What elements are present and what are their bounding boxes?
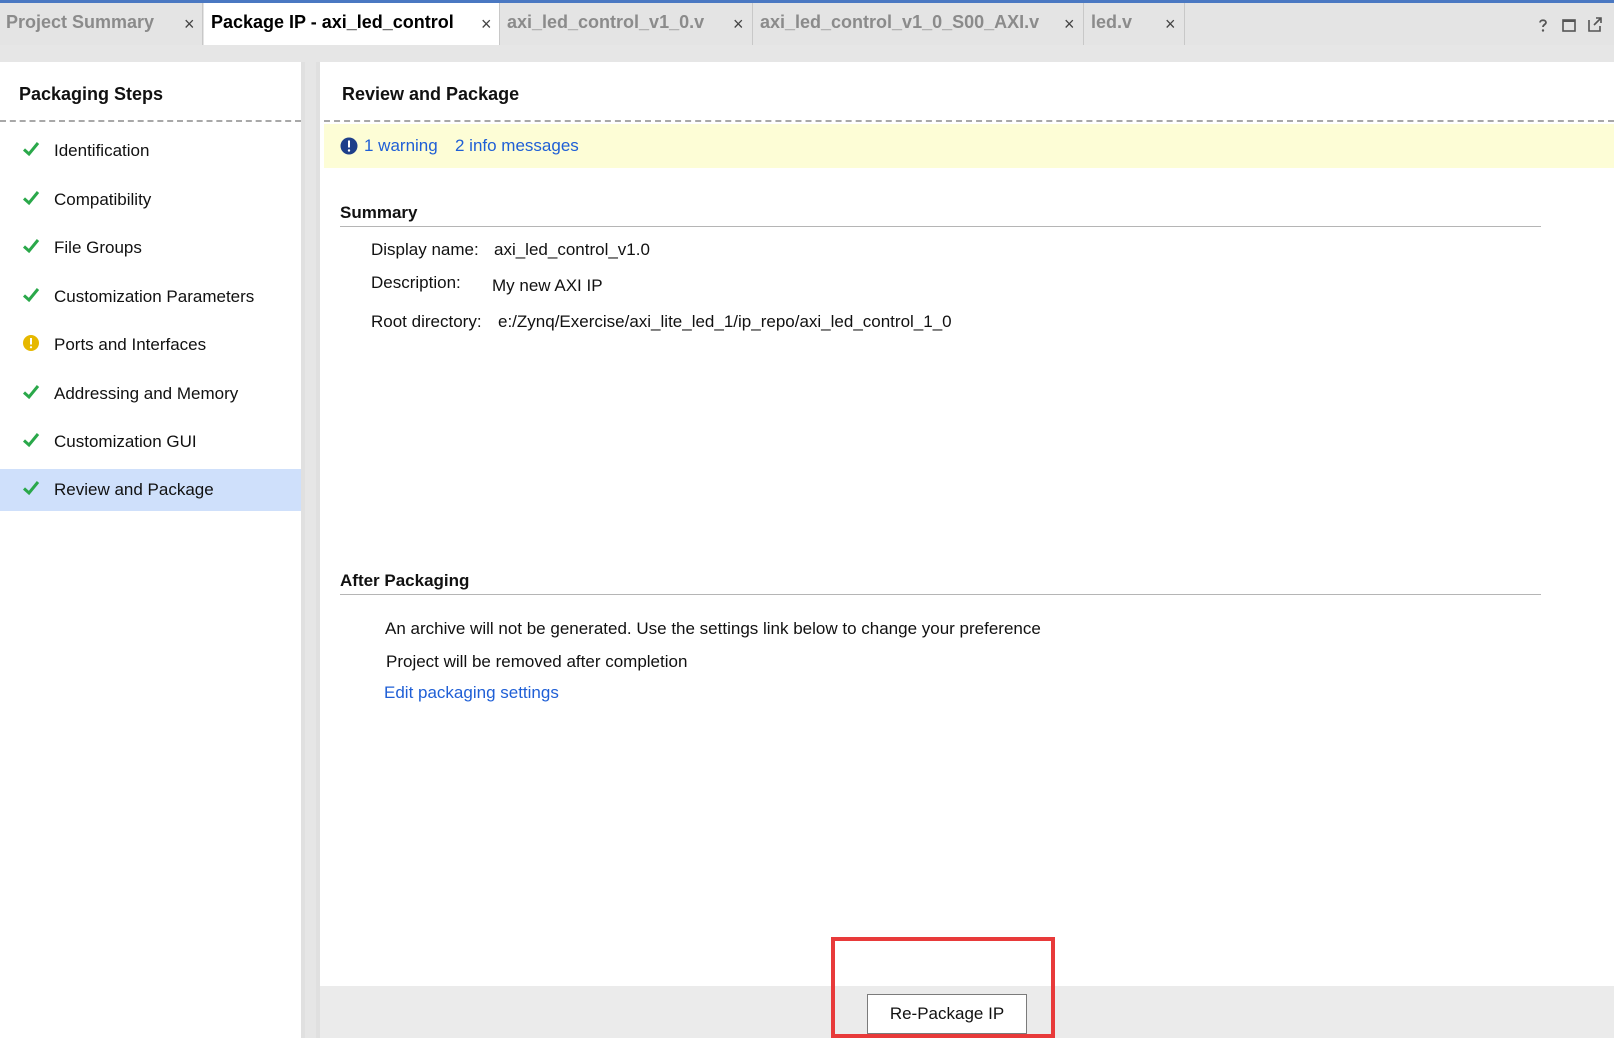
review-and-package-panel: Review and Package 1 warning 2 info mess… bbox=[316, 62, 1614, 1038]
panel-title: Packaging Steps bbox=[19, 84, 164, 104]
check-icon bbox=[22, 288, 40, 303]
edit-packaging-settings-link[interactable]: Edit packaging settings bbox=[384, 683, 559, 703]
message-bar: 1 warning 2 info messages bbox=[324, 124, 1614, 168]
window-controls bbox=[1534, 16, 1604, 34]
check-icon bbox=[22, 191, 40, 206]
step-addressing-and-memory[interactable]: Addressing and Memory bbox=[0, 373, 301, 415]
step-review-and-package[interactable]: Review and Package bbox=[0, 469, 301, 511]
tab-label: Package IP - axi_led_control bbox=[211, 12, 454, 32]
display-name-value: axi_led_control_v1.0 bbox=[494, 240, 650, 259]
re-package-ip-button[interactable]: Re-Package IP bbox=[867, 994, 1027, 1034]
divider bbox=[324, 120, 1614, 122]
divider bbox=[0, 120, 301, 122]
warning-link[interactable]: 1 warning bbox=[364, 136, 438, 156]
close-icon[interactable]: × bbox=[481, 13, 492, 35]
summary-heading: Summary bbox=[340, 203, 418, 222]
after-packaging-heading: After Packaging bbox=[340, 571, 470, 590]
alert-icon bbox=[340, 137, 358, 155]
check-icon bbox=[22, 481, 40, 496]
tab-label: axi_led_control_v1_0_S00_AXI.v bbox=[760, 12, 1040, 32]
archive-note: An archive will not be generated. Use th… bbox=[385, 619, 1041, 638]
check-icon bbox=[22, 385, 40, 400]
close-icon[interactable]: × bbox=[184, 13, 195, 35]
description-label: Description: bbox=[371, 273, 461, 292]
step-file-groups[interactable]: File Groups bbox=[0, 227, 301, 269]
warning-icon bbox=[23, 335, 39, 351]
description-value: My new AXI IP bbox=[492, 276, 603, 295]
root-directory-value: e:/Zynq/Exercise/axi_lite_led_1/ip_repo/… bbox=[498, 312, 952, 331]
check-icon bbox=[22, 239, 40, 254]
check-icon bbox=[22, 142, 40, 157]
step-label: Identification bbox=[54, 141, 150, 160]
packaging-steps-panel: Packaging Steps Identification Compatibi… bbox=[0, 62, 305, 1038]
project-removal-note: Project will be removed after completion bbox=[386, 652, 688, 671]
step-label: Customization Parameters bbox=[54, 287, 255, 306]
step-ports-and-interfaces[interactable]: Ports and Interfaces bbox=[0, 324, 301, 366]
tab-axi-led-control-s00-axi-v[interactable]: axi_led_control_v1_0_S00_AXI.v × bbox=[754, 3, 1084, 45]
step-label: Addressing and Memory bbox=[54, 384, 239, 403]
help-icon[interactable] bbox=[1534, 16, 1552, 34]
page-title: Review and Package bbox=[342, 84, 520, 104]
root-directory-label: Root directory: bbox=[371, 312, 482, 331]
tab-label: led.v bbox=[1091, 12, 1133, 32]
tab-project-summary[interactable]: Project Summary × bbox=[0, 3, 203, 45]
step-label: Customization GUI bbox=[54, 432, 197, 451]
restore-icon[interactable] bbox=[1560, 16, 1578, 34]
step-customization-gui[interactable]: Customization GUI bbox=[0, 421, 301, 463]
step-label: Review and Package bbox=[54, 480, 214, 499]
step-label: Ports and Interfaces bbox=[54, 335, 207, 354]
step-label: Compatibility bbox=[54, 190, 152, 209]
step-identification[interactable]: Identification bbox=[0, 130, 301, 172]
step-customization-parameters[interactable]: Customization Parameters bbox=[0, 276, 301, 318]
section-divider bbox=[340, 594, 1541, 595]
close-icon[interactable]: × bbox=[1064, 13, 1075, 35]
tab-package-ip[interactable]: Package IP - axi_led_control × bbox=[204, 3, 500, 45]
info-messages-link[interactable]: 2 info messages bbox=[455, 136, 579, 156]
step-compatibility[interactable]: Compatibility bbox=[0, 179, 301, 221]
display-name-label: Display name: bbox=[371, 240, 479, 259]
editor-tab-bar: Project Summary × Package IP - axi_led_c… bbox=[0, 3, 1614, 45]
section-divider bbox=[340, 226, 1541, 227]
maximize-icon[interactable] bbox=[1586, 16, 1604, 34]
tab-axi-led-control-v[interactable]: axi_led_control_v1_0.v × bbox=[501, 3, 753, 45]
step-label: File Groups bbox=[54, 238, 142, 257]
tab-led-v[interactable]: led.v × bbox=[1085, 3, 1185, 45]
tab-label: Project Summary bbox=[6, 12, 155, 32]
close-icon[interactable]: × bbox=[1165, 13, 1176, 35]
check-icon bbox=[22, 433, 40, 448]
button-footer: Re-Package IP bbox=[320, 986, 1614, 1038]
close-icon[interactable]: × bbox=[733, 13, 744, 35]
tab-label: axi_led_control_v1_0.v bbox=[507, 12, 705, 32]
